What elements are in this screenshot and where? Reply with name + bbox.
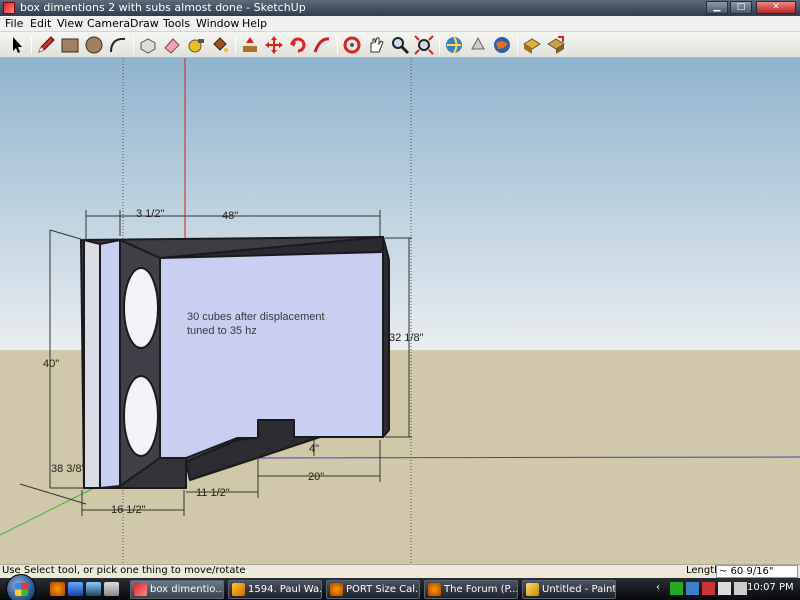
firefox-icon[interactable] <box>50 582 65 596</box>
taskbar-item-browser-1[interactable]: 1594. Paul Wa... <box>228 580 322 599</box>
menu-view[interactable]: View <box>57 17 83 30</box>
taskbar-item-label: Untitled - Paint <box>542 584 616 595</box>
tray-app-icon[interactable] <box>670 582 683 595</box>
dimension-label: 3 1/2" <box>136 208 165 220</box>
menu-bar: File Edit View Camera Draw Tools Window … <box>0 16 800 32</box>
3d-warehouse-icon[interactable] <box>444 35 464 55</box>
select-tool-icon[interactable] <box>7 35 27 55</box>
taskbar-item-label: PORT Size Cal... <box>346 584 420 595</box>
subwoofer-hole-upper <box>123 267 159 349</box>
pencil-tool-icon[interactable] <box>36 35 56 55</box>
make-component-icon[interactable] <box>138 35 158 55</box>
switch-windows-icon[interactable] <box>86 582 101 596</box>
drawing-viewport[interactable]: 30 cubes after displacement tuned to 35 … <box>0 58 800 564</box>
window-title: box dimentions 2 with subs almost done -… <box>20 1 306 14</box>
maximize-button[interactable]: □ <box>730 1 752 14</box>
dimension-label: 38 3/8" <box>51 463 86 475</box>
folder-icon <box>232 583 245 596</box>
share-component-icon[interactable] <box>546 35 566 55</box>
taskbar-item-browser-2[interactable]: PORT Size Cal... <box>326 580 420 599</box>
share-model-icon[interactable] <box>468 35 488 55</box>
tray-app-icon[interactable] <box>702 582 715 595</box>
dimension-label: 11 1/2" <box>196 487 230 499</box>
model-note-line2: tuned to 35 hz <box>187 325 257 337</box>
zoom-tool-icon[interactable] <box>390 35 410 55</box>
paint-bucket-icon[interactable] <box>210 35 230 55</box>
rectangle-tool-icon[interactable] <box>60 35 80 55</box>
show-desktop-icon[interactable] <box>68 582 83 596</box>
quick-launch-icon[interactable] <box>104 582 119 596</box>
menu-draw[interactable]: Draw <box>130 17 159 30</box>
firefox-icon <box>330 583 343 596</box>
taskbar-item-label: The Forum (P... <box>444 584 518 595</box>
clock[interactable]: 10:07 PM <box>747 582 794 593</box>
close-button[interactable]: ✕ <box>756 1 796 14</box>
paint-icon <box>526 583 539 596</box>
length-value-box[interactable]: ~ 60 9/16" <box>716 565 798 578</box>
chevron-left-icon[interactable]: ‹ <box>656 582 669 595</box>
status-bar: Use Select tool, or pick one thing to mo… <box>0 564 800 578</box>
menu-file[interactable]: File <box>5 17 23 30</box>
taskbar-item-browser-3[interactable]: The Forum (P... <box>424 580 518 599</box>
dimension-label: 16 1/2" <box>111 504 146 516</box>
taskbar-item-sketchup[interactable]: box dimentio... <box>130 580 224 599</box>
menu-window[interactable]: Window <box>196 17 239 30</box>
get-components-icon[interactable] <box>522 35 542 55</box>
google-earth-icon[interactable] <box>492 35 512 55</box>
move-tool-icon[interactable] <box>264 35 284 55</box>
dimension-label: 32 1/8" <box>389 332 424 344</box>
dimension-label: 48" <box>222 210 239 222</box>
dimension-label: 20" <box>308 471 325 483</box>
rotate-tool-icon[interactable] <box>288 35 308 55</box>
dimension-label: 4" <box>309 443 320 455</box>
title-bar: box dimentions 2 with subs almost done -… <box>0 0 800 16</box>
tape-measure-icon[interactable] <box>186 35 206 55</box>
menu-help[interactable]: Help <box>242 17 267 30</box>
network-icon[interactable] <box>718 582 731 595</box>
windows-taskbar: box dimentio... 1594. Paul Wa... PORT Si… <box>0 574 800 600</box>
dimension-label: 40" <box>43 358 60 370</box>
taskbar-item-label: 1594. Paul Wa... <box>248 584 322 595</box>
eraser-tool-icon[interactable] <box>162 35 182 55</box>
volume-icon[interactable] <box>734 582 747 595</box>
subwoofer-hole-lower <box>123 375 159 457</box>
main-toolbar <box>0 32 800 58</box>
menu-tools[interactable]: Tools <box>163 17 190 30</box>
arc-tool-icon[interactable] <box>108 35 128 55</box>
orbit-tool-icon[interactable] <box>342 35 362 55</box>
sketchup-app-icon[interactable] <box>3 2 15 14</box>
taskbar-item-label: box dimentio... <box>150 584 224 595</box>
status-message: Use Select tool, or pick one thing to mo… <box>2 565 246 576</box>
zoom-extents-icon[interactable] <box>414 35 434 55</box>
pan-tool-icon[interactable] <box>366 35 386 55</box>
menu-camera[interactable]: Camera <box>87 17 130 30</box>
model-scene <box>0 58 800 564</box>
model-note-line1: 30 cubes after displacement <box>187 311 325 323</box>
push-pull-icon[interactable] <box>240 35 260 55</box>
follow-me-icon[interactable] <box>312 35 332 55</box>
start-button[interactable] <box>6 574 36 600</box>
tray-app-icon[interactable] <box>686 582 699 595</box>
menu-edit[interactable]: Edit <box>30 17 51 30</box>
sketchup-icon <box>134 583 147 596</box>
firefox-icon <box>428 583 441 596</box>
circle-tool-icon[interactable] <box>84 35 104 55</box>
minimize-button[interactable]: ▁ <box>706 1 728 14</box>
taskbar-item-paint[interactable]: Untitled - Paint <box>522 580 616 599</box>
